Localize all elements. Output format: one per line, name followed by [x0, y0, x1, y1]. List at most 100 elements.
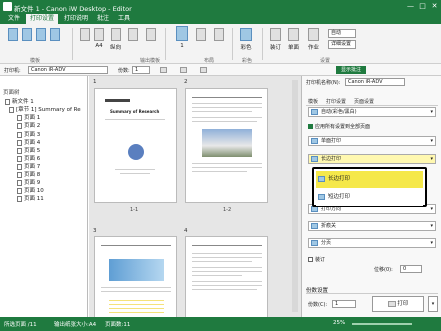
tree-page-8[interactable]: 页面 8 [17, 170, 40, 178]
settings-tab-page[interactable]: 页面设置 [354, 98, 374, 105]
page-number: 2 [184, 79, 188, 85]
orientation-button[interactable]: 纵向 [110, 28, 121, 51]
printer-toolbar: 打印机: Canon iR-ADV 份数: 1 显示批注 [0, 64, 441, 76]
collate-select[interactable]: 分页 ▾ [308, 238, 436, 248]
tab-print-instructions[interactable]: 打印说明 [60, 14, 92, 24]
preview-page-3[interactable] [94, 236, 177, 321]
layout-icon-3[interactable] [214, 28, 224, 43]
template-icon-1[interactable] [8, 28, 18, 43]
printer-name-select[interactable]: Canon iR-ADV [345, 78, 405, 86]
detail-settings-option[interactable]: 详细设置 [328, 40, 356, 49]
page-heading: Summary of Research [110, 109, 160, 114]
duplex-select[interactable]: 单面打印 ▾ [308, 136, 436, 146]
settings-tab-print[interactable]: 打印设置 [326, 98, 346, 105]
toolbar-icon[interactable] [200, 67, 208, 73]
close-button[interactable]: ✕ [429, 1, 440, 12]
maximize-button[interactable]: □ [417, 1, 428, 12]
tree-page-7[interactable]: 页面 7 [17, 162, 40, 170]
tree-root[interactable]: 新文件 1 [5, 97, 34, 105]
tree-page-3[interactable]: 页面 3 [17, 130, 40, 138]
color-mode-select[interactable]: 自动(彩色/黑白) ▾ [308, 107, 436, 117]
copies-input[interactable]: 1 [132, 66, 150, 74]
print-button[interactable]: 打印 [372, 296, 424, 312]
tree-page-5[interactable]: 页面 5 [17, 146, 40, 154]
toolbar-icon[interactable] [180, 67, 188, 73]
printer-label: 打印机: [4, 68, 21, 74]
layout-icon[interactable] [80, 28, 90, 43]
template-icon-3[interactable] [36, 28, 46, 43]
tree-page-10[interactable]: 页面 10 [17, 186, 44, 194]
tree-chapter[interactable]: [章节 1] Summary of Re [9, 105, 81, 113]
fold-select[interactable]: 折痕关 ▾ [308, 221, 436, 231]
template-icon-4[interactable] [50, 28, 60, 43]
page-number: 4 [184, 228, 188, 234]
settings-copies-input[interactable]: 1 [332, 300, 356, 308]
binding-button[interactable]: 装订 [270, 28, 281, 51]
group-label-template: 模板 [30, 58, 41, 64]
tab-print-settings[interactable]: 打印设置 [26, 14, 59, 24]
duplex-button[interactable]: 单面 [288, 28, 299, 51]
tree-page-9[interactable]: 页面 9 [17, 178, 40, 186]
group-label-output: 输出模板 [140, 58, 161, 64]
vertical-scrollbar[interactable] [292, 80, 298, 312]
menu-tabs: 文件 打印设置 打印说明 批注 工具 [0, 13, 441, 24]
printer-name-label: 打印机名称(N): [306, 80, 341, 86]
page-number: 3 [93, 228, 97, 234]
tree-page-4[interactable]: 页面 4 [17, 138, 40, 146]
status-page: 所选页面 /11 [4, 322, 37, 328]
tree-page-1[interactable]: 页面 1 [17, 113, 40, 121]
pages-per-sheet-button[interactable]: 1 [176, 26, 188, 49]
print-options-dropdown[interactable]: ▾ [428, 296, 438, 312]
logo [128, 144, 144, 160]
preview-page-1[interactable]: Summary of Research [94, 88, 177, 203]
page-tree-panel: 页面树 新文件 1 [章节 1] Summary of Re 页面 1 页面 2… [0, 76, 88, 317]
minimize-button[interactable]: — [405, 1, 416, 12]
tree-page-11[interactable]: 页面 11 [17, 194, 44, 202]
tab-file[interactable]: 文件 [4, 14, 24, 24]
output-icon[interactable] [128, 28, 138, 43]
toolbar-icon[interactable] [160, 67, 168, 73]
preview-page-2[interactable] [185, 88, 268, 203]
auto-option[interactable]: 自动 [328, 29, 356, 38]
show-annotations-toggle[interactable]: 显示批注 [336, 66, 366, 74]
settings-tab-template[interactable]: 模板 [308, 98, 318, 105]
window-title: 新文件 1 - Canon iW Desktop - Editor [14, 5, 132, 13]
tree-page-6[interactable]: 页面 6 [17, 154, 40, 162]
layout-icon-2[interactable] [196, 28, 206, 43]
template-icon-2[interactable] [22, 28, 32, 43]
output-icon-2[interactable] [146, 28, 156, 43]
page-label: 1-2 [223, 207, 232, 213]
settings-copies-label: 份数(C): [308, 302, 328, 308]
divider [232, 28, 233, 60]
page-number: 1 [93, 79, 97, 85]
ribbon: 模板 A4 纵向 输出模板 1 布局 彩色 彩色 装订 单面 作业 自动 详细设… [0, 24, 441, 64]
color-button[interactable]: 彩色 [240, 28, 252, 51]
job-button[interactable]: 作业 [308, 28, 319, 51]
binding-edge-select[interactable]: 长边打印 ▾ [308, 154, 436, 164]
page-label: 1-1 [130, 207, 139, 213]
staple-checkbox[interactable]: 装订 [308, 256, 325, 263]
paper-size-button[interactable]: A4 [94, 28, 104, 49]
option-long-edge[interactable]: 长边打印 [316, 171, 423, 188]
map-image [109, 259, 164, 281]
tab-annotations[interactable]: 批注 [93, 14, 113, 24]
app-icon [3, 2, 12, 11]
copies-label: 份数: [118, 68, 130, 74]
preview-page-4[interactable] [185, 236, 268, 321]
offset-label: 位移(0): [374, 267, 393, 273]
title-bar: 新文件 1 - Canon iW Desktop - Editor — □ ✕ [0, 0, 441, 13]
preview-area[interactable]: 1 2 Summary of Research 1-1 1-2 3 4 [89, 76, 301, 321]
tab-tools[interactable]: 工具 [114, 14, 134, 24]
page-heading-bar [105, 99, 130, 102]
printer-select[interactable]: Canon iR-ADV [28, 66, 108, 74]
zoom-level: 25% [333, 320, 346, 326]
tree-page-2[interactable]: 页面 2 [17, 121, 40, 129]
group-label-settings: 设置 [320, 58, 331, 64]
offset-input[interactable]: 0 [400, 265, 422, 273]
divider [165, 28, 166, 60]
apply-all-checkbox[interactable]: 应用所有设置到全部页面 [308, 123, 370, 130]
option-short-edge[interactable]: 短边打印 [316, 189, 423, 206]
photo [202, 129, 252, 157]
binding-edge-dropdown-list: 长边打印 短边打印 [312, 167, 427, 207]
zoom-slider[interactable] [352, 323, 412, 325]
